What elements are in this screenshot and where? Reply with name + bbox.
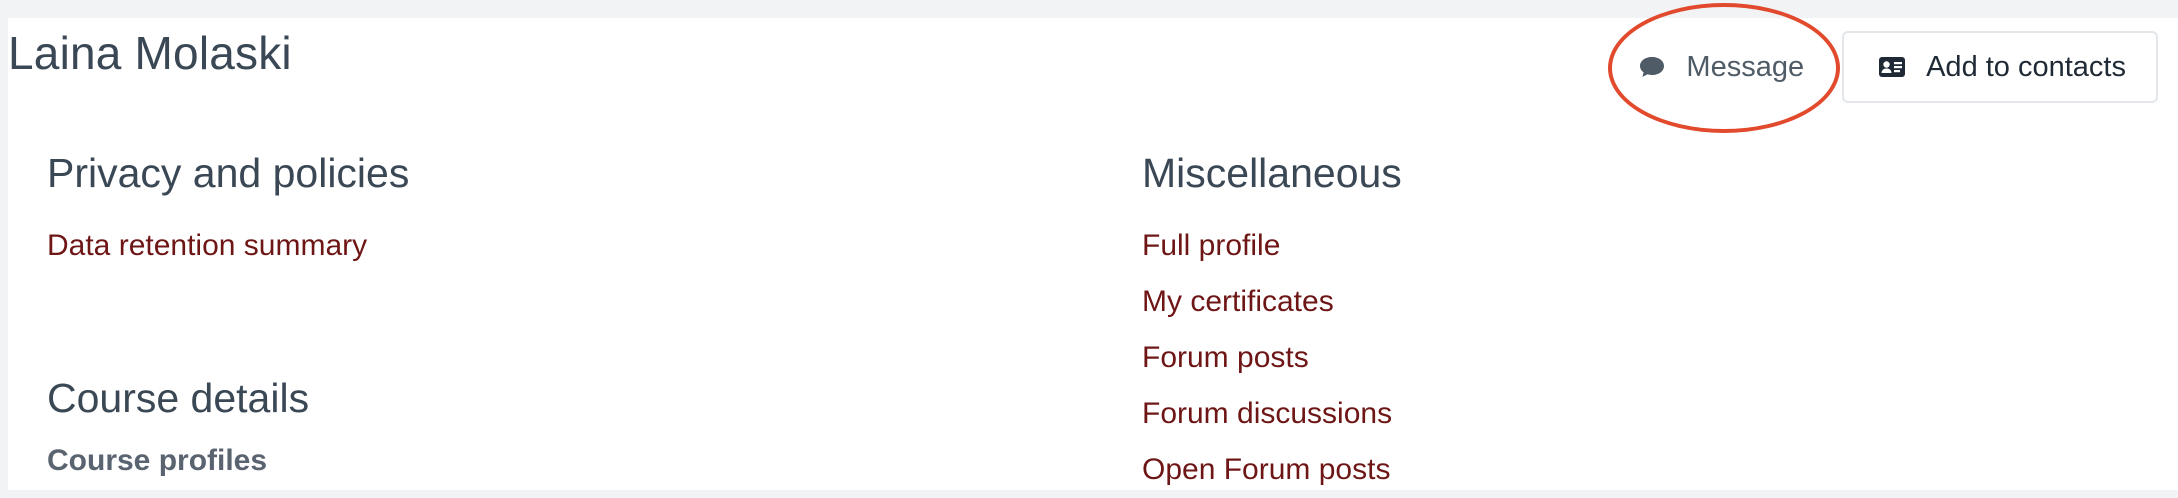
miscellaneous-links: Full profile My certificates Forum posts… — [1142, 218, 1402, 498]
add-to-contacts-button[interactable]: Add to contacts — [1842, 31, 2158, 103]
miscellaneous-title: Miscellaneous — [1142, 150, 1402, 196]
forum-discussions-link[interactable]: Forum discussions — [1142, 386, 1402, 442]
miscellaneous-section: Miscellaneous Full profile My certificat… — [1142, 149, 1402, 498]
privacy-section-title: Privacy and policies — [47, 150, 410, 196]
privacy-links: Data retention summary — [47, 218, 409, 274]
privacy-section: Privacy and policies Data retention summ… — [47, 149, 409, 274]
message-button[interactable]: Message — [1606, 31, 1835, 103]
data-retention-summary-link[interactable]: Data retention summary — [47, 218, 409, 274]
profile-page: Laina Molaski Message Add to contacts Pr… — [8, 18, 2178, 490]
message-button-label: Message — [1686, 50, 1805, 83]
address-card-icon — [1878, 53, 1906, 81]
user-full-name: Laina Molaski — [8, 27, 292, 79]
add-to-contacts-label: Add to contacts — [1926, 50, 2126, 83]
speech-bubble-icon — [1638, 53, 1666, 81]
profile-header-actions: Message Add to contacts — [1606, 31, 2158, 103]
course-details-section: Course details Course profiles — [47, 374, 309, 479]
course-details-title: Course details — [47, 375, 310, 421]
my-certificates-link[interactable]: My certificates — [1142, 274, 1402, 330]
full-profile-link[interactable]: Full profile — [1142, 218, 1402, 274]
forum-posts-link[interactable]: Forum posts — [1142, 330, 1402, 386]
course-profiles-heading: Course profiles — [47, 444, 268, 478]
